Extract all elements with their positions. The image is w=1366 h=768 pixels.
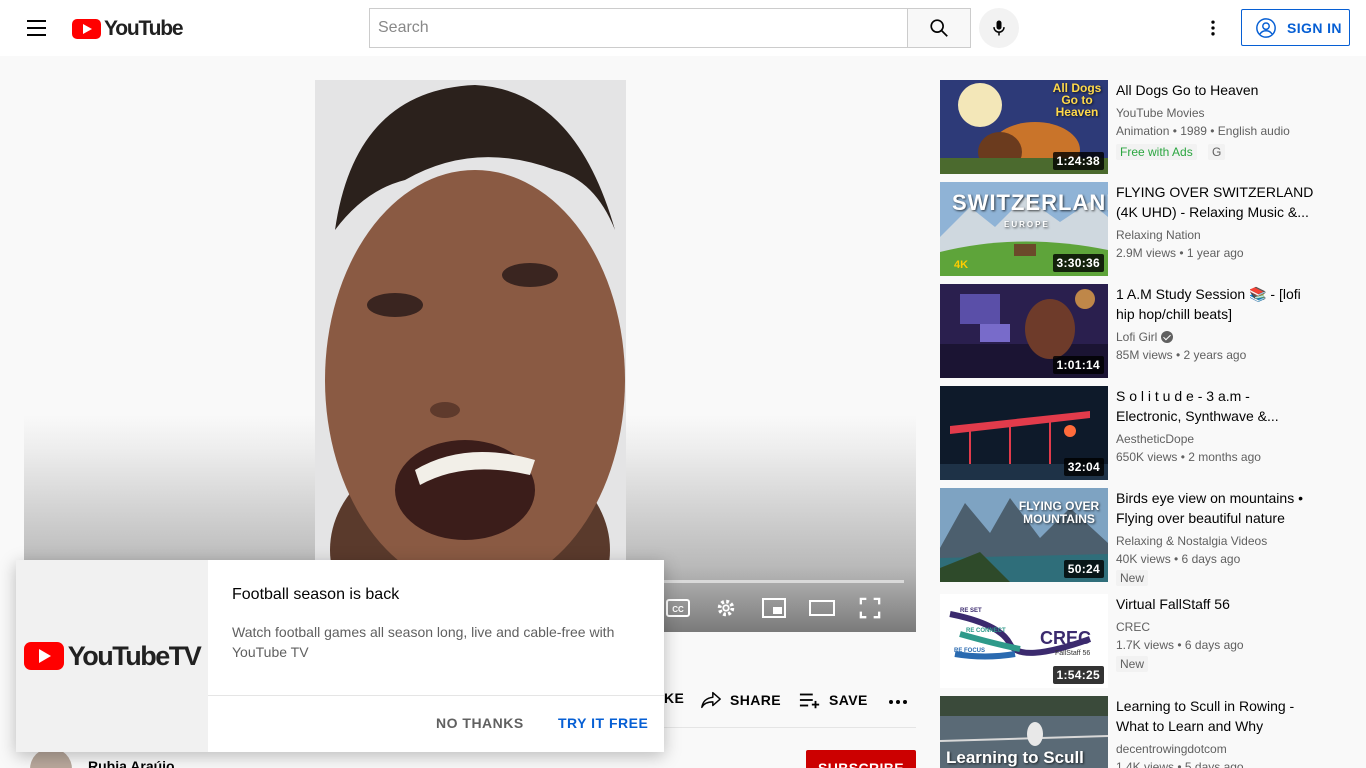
video-meta: 1.4K views • 5 days ago	[1116, 760, 1244, 768]
youtube-play-icon	[72, 19, 101, 39]
more-vert-icon	[1211, 20, 1215, 36]
video-meta: 650K views • 2 months ago	[1116, 450, 1261, 464]
new-badge: New	[1116, 656, 1149, 672]
action-row: SHARE SAVE	[700, 680, 910, 720]
menu-icon[interactable]	[16, 8, 56, 48]
youtube-logo[interactable]: YouTube	[72, 17, 184, 41]
video-thumbnail[interactable]: All Dogs Go to Heaven 1:24:38	[940, 80, 1108, 174]
channel-name[interactable]: Relaxing Nation	[1116, 226, 1201, 244]
search-button[interactable]	[907, 8, 971, 48]
free-with-ads-badge: Free with Ads	[1116, 144, 1197, 160]
rating-badge: G	[1208, 144, 1226, 160]
duration-badge: 1:24:38	[1052, 152, 1104, 170]
settings-menu-button[interactable]	[1193, 8, 1233, 48]
more-actions-button[interactable]	[886, 690, 910, 710]
like-button-label[interactable]: KE	[664, 690, 684, 706]
playlist-add-icon	[799, 693, 820, 709]
captions-icon: CC	[666, 599, 690, 617]
voice-search-button[interactable]	[979, 8, 1019, 48]
channel-name[interactable]: AestheticDope	[1116, 430, 1194, 448]
search-icon	[930, 19, 948, 37]
video-thumbnail[interactable]: 1:01:14	[940, 284, 1108, 378]
video-title[interactable]: FLYING OVER SWITZERLAND (4K UHD) - Relax…	[1116, 182, 1316, 222]
video-title[interactable]: Virtual FallStaff 56	[1116, 594, 1316, 614]
youtube-play-icon	[23, 642, 64, 670]
share-icon	[701, 691, 721, 709]
more-horiz-icon	[888, 700, 907, 704]
video-meta: 1.7K views • 6 days ago	[1116, 638, 1244, 652]
try-it-free-button[interactable]: TRY IT FREE	[558, 715, 648, 731]
promo-image: YouTubeTV	[16, 560, 208, 752]
svg-text:CC: CC	[672, 605, 684, 614]
related-video-item[interactable]: RE SET RE CONNECT RE FOCUS CREC FallStaf…	[940, 594, 1342, 688]
theater-icon	[809, 600, 835, 616]
youtube-tv-promo-dialog: YouTubeTV Football season is back Watch …	[16, 560, 664, 752]
video-thumbnail[interactable]: FLYING OVER MOUNTAINS 50:24	[940, 488, 1108, 582]
related-video-item[interactable]: Learning to Scull Learning to Scull in R…	[940, 696, 1342, 768]
youtube-tv-logo: YouTubeTV	[23, 641, 202, 672]
sign-in-button[interactable]: SIGN IN	[1241, 9, 1350, 46]
fullscreen-icon	[859, 597, 881, 619]
video-thumbnail[interactable]: 32:04	[940, 386, 1108, 480]
promo-body: Watch football games all season long, li…	[232, 624, 615, 660]
video-title[interactable]: Learning to Scull in Rowing - What to Le…	[1116, 696, 1316, 736]
video-meta: 2.9M views • 1 year ago	[1116, 246, 1244, 260]
related-video-item[interactable]: 4K SWITZERLAND EUROPE 3:30:36 FLYING OVE…	[940, 182, 1342, 276]
account-icon	[1256, 17, 1276, 38]
no-thanks-button[interactable]: NO THANKS	[436, 715, 524, 731]
related-video-item[interactable]: FLYING OVER MOUNTAINS 50:24 Birds eye vi…	[940, 488, 1342, 586]
miniplayer-icon	[762, 598, 786, 618]
masthead: YouTube SIGN IN	[0, 0, 1366, 56]
divider	[208, 695, 664, 696]
video-frame[interactable]	[315, 80, 626, 632]
related-video-item[interactable]: 32:04 S o l i t u d e - 3 a.m - Electron…	[940, 386, 1342, 480]
miniplayer-button[interactable]	[760, 594, 788, 622]
channel-name[interactable]: YouTube Movies	[1116, 104, 1205, 122]
channel-name[interactable]: Relaxing & Nostalgia Videos	[1116, 532, 1267, 550]
channel-name[interactable]: decentrowingdotcom	[1116, 740, 1227, 758]
video-title[interactable]: S o l i t u d e - 3 a.m - Electronic, Sy…	[1116, 386, 1316, 426]
video-still-image	[315, 80, 626, 632]
video-meta: Animation • 1989 • English audio	[1116, 124, 1290, 138]
duration-badge: 1:54:25	[1052, 666, 1104, 684]
video-title[interactable]: 1 A.M Study Session 📚 - [lofi hip hop/ch…	[1116, 284, 1316, 324]
promo-title: Football season is back	[232, 586, 400, 603]
video-title[interactable]: All Dogs Go to Heaven	[1116, 80, 1316, 100]
search-box	[369, 8, 908, 48]
search-input[interactable]	[370, 9, 908, 47]
verified-icon	[1161, 331, 1174, 343]
captions-button[interactable]: CC	[664, 594, 692, 622]
duration-badge: 32:04	[1063, 458, 1104, 476]
settings-button[interactable]	[712, 594, 740, 622]
fullscreen-button[interactable]	[856, 594, 884, 622]
related-video-item[interactable]: 1:01:14 1 A.M Study Session 📚 - [lofi hi…	[940, 284, 1342, 378]
channel-name[interactable]: Lofi Girl	[1116, 328, 1174, 346]
video-meta: 85M views • 2 years ago	[1116, 348, 1247, 362]
duration-badge: 1:01:14	[1052, 356, 1104, 374]
video-player[interactable]: CC	[24, 80, 916, 632]
video-thumbnail[interactable]: Learning to Scull	[940, 696, 1108, 768]
channel-name[interactable]: CREC	[1116, 618, 1150, 636]
subscribe-button[interactable]: SUBSCRIBE	[806, 750, 916, 768]
share-button[interactable]: SHARE	[700, 690, 781, 710]
gear-icon	[717, 599, 735, 617]
theater-mode-button[interactable]	[808, 594, 836, 622]
save-button[interactable]: SAVE	[799, 691, 868, 709]
video-thumbnail[interactable]: RE SET RE CONNECT RE FOCUS CREC FallStaf…	[940, 594, 1108, 688]
mic-icon	[993, 20, 1005, 36]
new-badge: New	[1116, 570, 1149, 586]
duration-badge: 3:30:36	[1052, 254, 1104, 272]
svg-text:4K: 4K	[954, 259, 968, 271]
video-title[interactable]: Birds eye view on mountains • Flying ove…	[1116, 488, 1316, 528]
video-thumbnail[interactable]: 4K SWITZERLAND EUROPE 3:30:36	[940, 182, 1108, 276]
video-meta: 40K views • 6 days ago	[1116, 552, 1241, 566]
related-video-item[interactable]: All Dogs Go to Heaven 1:24:38 All Dogs G…	[940, 80, 1342, 174]
duration-badge: 50:24	[1063, 560, 1104, 578]
channel-name[interactable]: Rubia Araújo	[88, 758, 175, 768]
